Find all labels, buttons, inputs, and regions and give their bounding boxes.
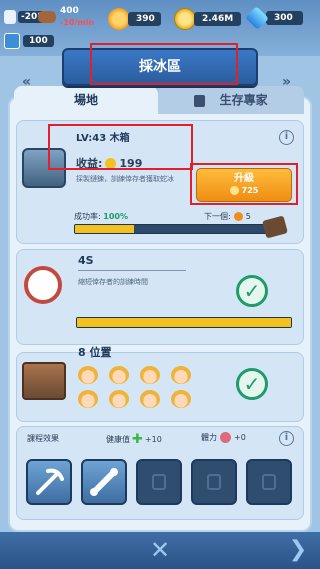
next-reward: 下一個: 5 [204, 212, 251, 221]
coin-icon [174, 8, 196, 30]
lock-icon [207, 474, 221, 490]
crate-tools-icon [22, 362, 66, 400]
close-icon: ✕ [149, 536, 171, 564]
check-icon: ✓ [236, 275, 268, 307]
survivor-face-icon [78, 390, 98, 408]
highlight-level [48, 124, 193, 170]
level-description: 採製鏈鍊，訓練倖存者獲取蛇冰 [76, 175, 174, 183]
lock-icon [194, 94, 206, 107]
gem-icon [245, 6, 269, 30]
close-button[interactable]: ✕ [146, 536, 174, 564]
level-progress-bar [74, 224, 274, 234]
position-value: 8 位置 [78, 346, 112, 359]
course-slot-locked-1[interactable] [136, 459, 182, 505]
thermometer-icon [4, 10, 16, 24]
stamina-stat: 體力 +0 [201, 432, 246, 443]
time-progress-fill [77, 318, 291, 327]
pickaxe-icon [36, 468, 64, 495]
info-icon[interactable]: i [279, 431, 294, 446]
level-progress-fill [75, 225, 135, 233]
lock-icon [152, 474, 166, 490]
stopwatch-icon [24, 266, 62, 304]
course-slot-locked-3[interactable] [246, 459, 292, 505]
coin-resource[interactable]: 2.46M [174, 8, 242, 30]
wood-icon [38, 11, 56, 23]
survivor-face-icon [109, 366, 129, 384]
time-progress-bar [76, 317, 292, 328]
survivor-face-icon [78, 366, 98, 384]
highlight-title [90, 43, 238, 85]
coin-icon [233, 212, 243, 221]
time-description: 縮短倖存者的訓練時間 [78, 278, 148, 286]
check-icon: ✓ [236, 368, 268, 400]
course-slot-locked-2[interactable] [191, 459, 237, 505]
survivor-face-icon [171, 366, 191, 384]
population-resource[interactable]: 100 [4, 33, 54, 49]
divider [78, 270, 186, 271]
info-icon[interactable]: i [279, 130, 294, 145]
survivor-faces [78, 366, 206, 408]
next-button[interactable]: ❯ [286, 536, 310, 564]
tab-survival-expert[interactable]: 生存專家 [158, 86, 304, 114]
survivor-icon [4, 33, 20, 49]
survivor-face-icon [171, 390, 191, 408]
success-rate: 成功率: 100% [74, 212, 128, 221]
survivor-face-icon [140, 366, 160, 384]
arrow-right-icon: ❯ [288, 537, 308, 562]
survivor-face-icon [109, 390, 129, 408]
gear-icon [108, 8, 130, 30]
tab-site[interactable]: 場地 [14, 86, 158, 114]
course-slot-pickaxe[interactable] [26, 459, 72, 505]
course-slot-bone[interactable] [81, 459, 127, 505]
gem-resource[interactable]: 300 [245, 6, 303, 30]
bone-icon [90, 468, 118, 496]
highlight-upgrade [190, 163, 298, 205]
wood-resource[interactable]: 400 -10/min [38, 6, 94, 28]
survivor-face-icon [140, 390, 160, 408]
meat-icon [220, 432, 231, 443]
gear-resource[interactable]: 390 [108, 8, 161, 30]
course-label: 課程效果 [27, 434, 59, 443]
time-value: 4S [78, 254, 94, 267]
plus-icon: ✚ [132, 432, 143, 447]
lock-icon [262, 474, 276, 490]
health-stat: 健康值 ✚ +10 [106, 432, 162, 447]
